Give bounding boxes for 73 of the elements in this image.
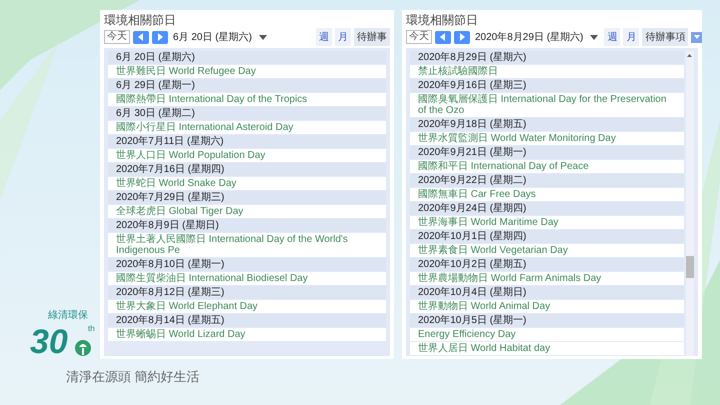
left-triangle-icon xyxy=(440,33,446,41)
tree-icon xyxy=(74,340,92,356)
view-tab[interactable]: 待辦事項 xyxy=(642,28,688,46)
date-header: 6月 20日 (星期六) xyxy=(108,51,386,65)
date-header: 2020年10月1日 (星期四) xyxy=(410,230,684,244)
view-tab[interactable]: 月 xyxy=(335,28,351,46)
event-link[interactable]: 世界人居日 World Habitat day xyxy=(410,342,684,356)
date-header: 2020年7月16日 (星期四) xyxy=(108,163,386,177)
date-header: 6月 29日 (星期一) xyxy=(108,79,386,93)
date-header: 2020年8月9日 (星期日) xyxy=(108,219,386,233)
event-link[interactable]: 世界海事日 World Maritime Day xyxy=(410,216,684,230)
calendar-title: 環境相關節日 xyxy=(406,12,479,28)
event-link[interactable]: 國際熱帶日 International Day of the Tropics xyxy=(108,93,386,107)
event-link[interactable]: 世界蜥蜴日 World Lizard Day xyxy=(108,328,386,342)
date-header: 2020年8月29日 (星期六) xyxy=(410,51,684,65)
event-link[interactable]: 世界動物日 World Animal Day xyxy=(410,300,684,314)
dropdown-button[interactable] xyxy=(691,32,702,42)
date-header: 2020年10月2日 (星期五) xyxy=(410,258,684,272)
date-header: 2020年9月24日 (星期四) xyxy=(410,202,684,216)
view-tab[interactable]: 待辦事 xyxy=(354,28,390,46)
date-header: 2020年7月11日 (星期六) xyxy=(108,135,386,149)
next-button[interactable] xyxy=(152,30,168,44)
logo-number: 30 xyxy=(30,322,68,362)
view-tab[interactable]: 月 xyxy=(623,28,640,46)
date-header: 2020年9月16日 (星期三) xyxy=(410,79,684,93)
date-range-label: 2020年8月29日 (星期六) xyxy=(475,30,584,44)
event-link[interactable]: 世界蛇日 World Snake Day xyxy=(108,177,386,191)
event-link[interactable]: 國際生質柴油日 International Biodiesel Day xyxy=(108,272,386,286)
view-tab[interactable]: 週 xyxy=(316,28,332,46)
event-link[interactable]: 國際小行星日 International Asteroid Day xyxy=(108,121,386,135)
previous-button[interactable] xyxy=(133,30,149,44)
event-link[interactable]: 世界農場動物日 World Farm Animals Day xyxy=(410,272,684,286)
caret-icon[interactable] xyxy=(258,34,267,40)
caret-icon[interactable] xyxy=(590,34,598,40)
event-link[interactable]: 國際和平日 International Day of Peace xyxy=(410,160,684,174)
slogan: 清淨在源頭 簡約好生活 xyxy=(66,368,200,386)
event-link[interactable]: 禁止核試驗國際日 xyxy=(410,65,684,79)
date-header: 2020年9月18日 (星期五) xyxy=(410,118,684,132)
event-link[interactable]: 全球老虎日 Global Tiger Day xyxy=(108,205,386,219)
date-header: 2020年8月12日 (星期三) xyxy=(108,286,386,300)
logo-label: 綠清環保 xyxy=(48,310,88,322)
scrollbar[interactable] xyxy=(686,51,694,356)
today-button[interactable]: 今天 xyxy=(406,30,432,44)
scrollbar-thumb[interactable] xyxy=(686,256,694,278)
event-link[interactable]: 世界大象日 World Elephant Day xyxy=(108,300,386,314)
date-header: 2020年10月4日 (星期日) xyxy=(410,286,684,300)
event-link[interactable]: 世界素食日 World Vegetarian Day xyxy=(410,244,684,258)
date-header: 2020年7月29日 (星期三) xyxy=(108,191,386,205)
left-triangle-icon xyxy=(138,33,144,41)
event-link[interactable]: 世界土著人民國際日 International Day of the World's Indigenous Pe xyxy=(108,233,386,258)
event-link[interactable]: Energy Efficiency Day xyxy=(410,328,684,342)
previous-button[interactable] xyxy=(435,30,451,44)
date-header: 2020年10月5日 (星期一) xyxy=(410,314,684,328)
date-range-label: 6月 20日 (星期六) xyxy=(173,30,252,44)
caret-icon xyxy=(694,35,700,39)
date-header: 6月 30日 (星期二) xyxy=(108,107,386,121)
today-button[interactable]: 今天 xyxy=(104,30,130,44)
view-tab[interactable]: 週 xyxy=(604,28,620,46)
event-link[interactable]: 國際臭氧層保護日 International Day for the Preservation of the Ozo xyxy=(410,93,684,118)
right-triangle-icon xyxy=(157,33,163,41)
calendar-title: 環境相關節日 xyxy=(104,12,177,28)
scroll-up-icon[interactable] xyxy=(687,54,692,57)
event-link[interactable]: 國際無車日 Car Free Days xyxy=(410,188,684,202)
event-link[interactable]: 世界人口日 World Population Day xyxy=(108,149,386,163)
next-button[interactable] xyxy=(454,30,470,44)
event-link[interactable]: 世界難民日 World Refugee Day xyxy=(108,65,386,79)
logo-suffix: th xyxy=(88,324,95,333)
event-link[interactable]: 世界水質監測日 World Water Monitoring Day xyxy=(410,132,684,146)
date-header: 2020年9月21日 (星期一) xyxy=(410,146,684,160)
date-header: 2020年8月10日 (星期一) xyxy=(108,258,386,272)
date-header: 2020年9月22日 (星期二) xyxy=(410,174,684,188)
date-header: 2020年8月14日 (星期五) xyxy=(108,314,386,328)
right-triangle-icon xyxy=(459,33,465,41)
